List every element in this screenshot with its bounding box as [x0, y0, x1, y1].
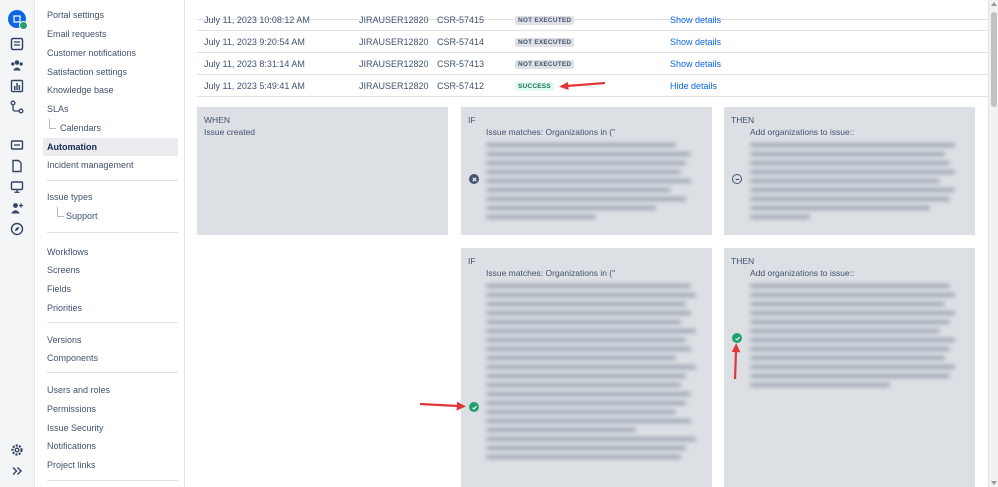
- nav-support[interactable]: Support: [66, 207, 197, 225]
- audit-actor: JIRAUSER12820: [359, 59, 429, 69]
- failed-icon: [469, 174, 479, 184]
- tree-connector: [49, 119, 56, 129]
- nav-notifications[interactable]: Notifications: [47, 437, 178, 455]
- nav-portal-settings[interactable]: Portal settings: [47, 6, 178, 24]
- audit-actor: JIRAUSER12820: [359, 37, 429, 47]
- audit-date: July 11, 2023 5:49:41 AM: [204, 81, 305, 91]
- nav-workflows[interactable]: Workflows: [47, 243, 178, 261]
- nav-issue-types[interactable]: Issue types: [47, 188, 178, 206]
- redacted-values: [750, 284, 960, 392]
- nav-email-requests[interactable]: Email requests: [47, 25, 178, 43]
- when-card: WHEN Issue created: [197, 107, 448, 235]
- passed-icon: [469, 402, 479, 412]
- nav-fields[interactable]: Fields: [47, 280, 178, 298]
- nav-customer-notifications[interactable]: Customer notifications: [47, 44, 178, 62]
- show-details-link[interactable]: Show details: [670, 15, 721, 25]
- audit-issue-key[interactable]: CSR-57414: [437, 37, 484, 47]
- table-row: July 11, 2023 9:20:54 AM JIRAUSER12820 C…: [197, 31, 988, 53]
- scroll-up-icon[interactable]: [991, 2, 997, 6]
- nav-components[interactable]: Components: [47, 349, 178, 367]
- compass-icon[interactable]: [9, 221, 25, 237]
- nav-divider: [47, 322, 178, 323]
- nav-satisfaction-settings[interactable]: Satisfaction settings: [47, 63, 178, 81]
- page-icon[interactable]: [9, 158, 25, 174]
- automation-audit-log: July 11, 2023 10:08:12 AM JIRAUSER12820 …: [185, 0, 988, 487]
- if-title: IF: [468, 115, 476, 125]
- nav-calendars[interactable]: Calendars: [60, 119, 191, 137]
- vertical-scrollbar[interactable]: [988, 0, 998, 487]
- if-condition-card: IF Issue matches: Organizations in (": [461, 248, 712, 487]
- condition-text: Issue matches: Organizations in (": [486, 268, 616, 278]
- action-text: Add organizations to issue::: [750, 127, 855, 137]
- scroll-down-icon[interactable]: [991, 481, 997, 485]
- hide-details-link[interactable]: Hide details: [670, 81, 717, 91]
- tree-connector: [57, 207, 64, 217]
- audit-issue-key[interactable]: CSR-57415: [437, 15, 484, 25]
- project-icon-rail: [0, 0, 35, 487]
- status-badge: NOT EXECUTED: [515, 60, 575, 69]
- status-badge: NOT EXECUTED: [515, 38, 575, 47]
- condition-text: Issue matches: Organizations in (": [486, 127, 616, 137]
- gear-icon[interactable]: [9, 442, 25, 458]
- nav-permissions[interactable]: Permissions: [47, 400, 178, 418]
- redacted-values: [486, 143, 696, 224]
- status-badge: NOT EXECUTED: [515, 16, 575, 25]
- workflow-icon[interactable]: [9, 99, 25, 115]
- action-text: Add organizations to issue::: [750, 268, 855, 278]
- when-title: WHEN: [204, 115, 230, 125]
- scrollbar-thumb[interactable]: [991, 12, 997, 107]
- nav-divider: [47, 232, 178, 233]
- then-action-card: THEN Add organizations to issue::: [724, 248, 975, 487]
- audit-issue-key[interactable]: CSR-57413: [437, 59, 484, 69]
- nav-issue-security[interactable]: Issue Security: [47, 419, 178, 437]
- if-title: IF: [468, 256, 476, 266]
- expand-icon[interactable]: [9, 463, 25, 479]
- nav-divider: [47, 372, 178, 373]
- then-action-card: THEN Add organizations to issue::: [724, 107, 975, 235]
- nav-priorities[interactable]: Priorities: [47, 299, 178, 317]
- nav-slas[interactable]: SLAs: [47, 100, 178, 118]
- table-row: July 11, 2023 10:08:12 AM JIRAUSER12820 …: [197, 9, 988, 31]
- audit-date: July 11, 2023 10:08:12 AM: [204, 15, 310, 25]
- nav-automation[interactable]: Automation: [43, 138, 178, 156]
- show-details-link[interactable]: Show details: [670, 37, 721, 47]
- project-settings-nav: Portal settings Email requests Customer …: [35, 0, 185, 487]
- monitor-icon[interactable]: [9, 179, 25, 195]
- status-badge: SUCCESS: [515, 82, 554, 91]
- project-avatar-icon[interactable]: [8, 10, 28, 30]
- nav-users-and-roles[interactable]: Users and roles: [47, 381, 178, 399]
- nav-divider: [47, 480, 178, 481]
- annotation-arrow: [559, 81, 606, 90]
- nav-versions[interactable]: Versions: [47, 331, 178, 349]
- redacted-values: [486, 284, 701, 464]
- reports-icon[interactable]: [9, 78, 25, 94]
- audit-issue-key[interactable]: CSR-57412: [437, 81, 484, 91]
- skipped-icon: [732, 174, 742, 184]
- team-icon[interactable]: [9, 57, 25, 73]
- annotation-arrow: [731, 343, 741, 380]
- redacted-values: [750, 143, 960, 224]
- audit-date: July 11, 2023 9:20:54 AM: [204, 37, 305, 47]
- backlog-icon[interactable]: [9, 36, 25, 52]
- trigger-label: Issue created: [204, 127, 256, 137]
- nav-screens[interactable]: Screens: [47, 261, 178, 279]
- then-title: THEN: [731, 115, 755, 125]
- add-user-icon[interactable]: [9, 200, 25, 216]
- nav-divider: [47, 180, 178, 181]
- nav-incident-management[interactable]: Incident management: [47, 156, 178, 174]
- inbox-icon[interactable]: [9, 137, 25, 153]
- show-details-link[interactable]: Show details: [670, 59, 721, 69]
- annotation-arrow: [419, 401, 466, 411]
- nav-project-links[interactable]: Project links: [47, 456, 178, 474]
- audit-actor: JIRAUSER12820: [359, 81, 429, 91]
- if-condition-card: IF Issue matches: Organizations in (": [461, 107, 712, 235]
- then-title: THEN: [731, 256, 755, 266]
- nav-knowledge-base[interactable]: Knowledge base: [47, 81, 178, 99]
- audit-actor: JIRAUSER12820: [359, 15, 429, 25]
- audit-date: July 11, 2023 8:31:14 AM: [204, 59, 305, 69]
- table-row: July 11, 2023 8:31:14 AM JIRAUSER12820 C…: [197, 53, 988, 75]
